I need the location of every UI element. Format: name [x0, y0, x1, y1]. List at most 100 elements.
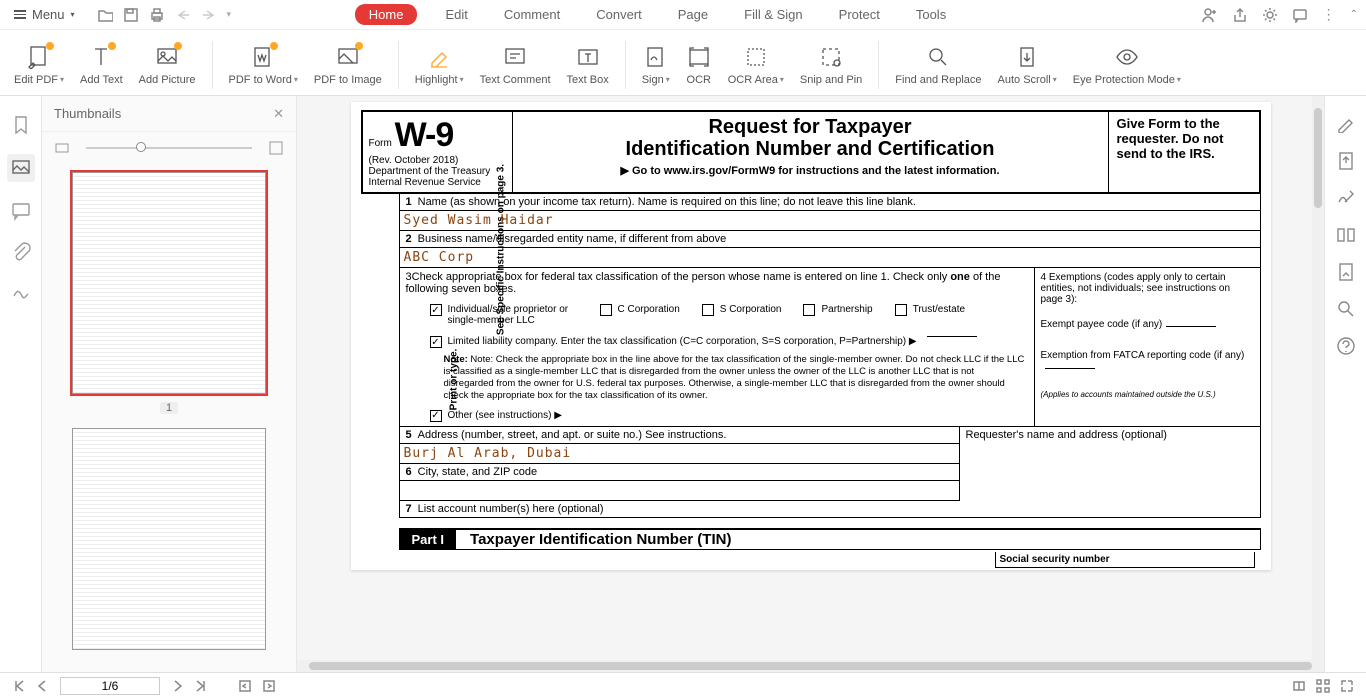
business-name-field[interactable]: ABC Corp — [400, 248, 1260, 268]
sign-button[interactable]: Sign▾ — [634, 44, 678, 86]
split-icon[interactable] — [1336, 225, 1355, 244]
horizontal-scrollbar[interactable] — [297, 660, 1324, 672]
tab-protect[interactable]: Protect — [831, 3, 888, 26]
name-field[interactable]: Syed Wasim Haidar — [400, 211, 1260, 231]
close-icon[interactable]: ✕ — [273, 106, 284, 122]
tab-convert[interactable]: Convert — [588, 3, 650, 26]
add-text-button[interactable]: Add Text — [72, 44, 131, 86]
edit-pdf-button[interactable]: Edit PDF▾ — [6, 44, 72, 86]
checkbox-scorp[interactable]: S Corporation — [702, 304, 782, 316]
checkbox-trust[interactable]: Trust/estate — [895, 304, 965, 316]
main-area: Thumbnails ✕ 1 Form W-9 (Rev. O — [0, 96, 1366, 672]
print-icon[interactable] — [149, 7, 165, 23]
thumbnail-page-2[interactable] — [72, 428, 266, 650]
checkbox-ccorp[interactable]: C Corporation — [600, 304, 680, 316]
pdf-to-image-button[interactable]: PDF to Image — [306, 44, 390, 86]
open-icon[interactable] — [97, 7, 113, 23]
save-icon[interactable] — [123, 7, 139, 23]
fit-page-icon[interactable] — [268, 140, 284, 156]
city-field[interactable] — [400, 481, 959, 501]
pdf-to-word-button[interactable]: PDF to Word▾ — [221, 44, 306, 86]
form-number: W-9 — [395, 116, 454, 154]
first-page-icon[interactable] — [12, 679, 26, 693]
signature-panel-icon[interactable] — [10, 280, 32, 302]
tab-tools[interactable]: Tools — [908, 3, 954, 26]
export-icon[interactable] — [1336, 151, 1355, 170]
collapse-icon[interactable]: ⌃ — [1350, 9, 1358, 20]
snip-icon — [819, 45, 843, 69]
add-user-icon[interactable] — [1202, 7, 1218, 23]
quick-access-toolbar: ▾ — [97, 7, 232, 23]
address-field[interactable]: Burj Al Arab, Dubai — [400, 444, 959, 464]
text-comment-button[interactable]: Text Comment — [472, 44, 559, 86]
tab-edit[interactable]: Edit — [437, 3, 475, 26]
chat-icon[interactable] — [1292, 7, 1308, 23]
right-rail — [1324, 96, 1366, 672]
read-mode-icon[interactable] — [1292, 679, 1306, 693]
share-icon[interactable] — [1232, 7, 1248, 23]
part-1-label: Part I — [400, 530, 457, 549]
sign-icon — [644, 45, 668, 69]
text-comment-icon — [503, 45, 527, 69]
edit-tool-icon[interactable] — [1336, 114, 1355, 133]
tab-home[interactable]: Home — [355, 4, 418, 25]
thumbnail-zoom-slider[interactable] — [80, 147, 258, 149]
ocr-icon — [687, 45, 711, 69]
left-rail — [0, 96, 42, 672]
menu-label: Menu — [32, 7, 65, 22]
find-replace-button[interactable]: Find and Replace — [887, 44, 989, 86]
redo-icon[interactable] — [201, 7, 217, 23]
checkbox-partnership[interactable]: Partnership — [803, 304, 872, 316]
highlight-icon — [427, 45, 451, 69]
status-bar — [0, 672, 1366, 698]
checkbox-other[interactable]: ✓Other (see instructions) ▶ — [430, 410, 562, 422]
tab-fill-sign[interactable]: Fill & Sign — [736, 3, 811, 26]
page-number-input[interactable] — [60, 677, 160, 695]
pdf-page: Form W-9 (Rev. October 2018) Department … — [351, 102, 1271, 570]
thumbnails-icon[interactable] — [7, 154, 35, 182]
attachment-icon[interactable] — [10, 240, 32, 262]
next-page-icon[interactable] — [170, 679, 184, 693]
document-scroll[interactable]: Form W-9 (Rev. October 2018) Department … — [297, 96, 1324, 672]
prev-page-icon[interactable] — [36, 679, 50, 693]
auto-scroll-button[interactable]: Auto Scroll▾ — [990, 44, 1065, 86]
highlight-button[interactable]: Highlight▾ — [407, 44, 472, 86]
last-page-icon[interactable] — [194, 679, 208, 693]
checkbox-llc[interactable]: ✓Limited liability company. Enter the ta… — [430, 336, 977, 348]
forward-nav-icon[interactable] — [262, 679, 276, 693]
auto-scroll-icon — [1015, 45, 1039, 69]
tab-page[interactable]: Page — [670, 3, 716, 26]
text-box-button[interactable]: Text Box — [559, 44, 617, 86]
ocr-area-button[interactable]: OCR Area▾ — [720, 44, 792, 86]
top-bar: Menu ▾ ▾ Home Edit Comment Convert Page … — [0, 0, 1366, 30]
grid-view-icon[interactable] — [1316, 679, 1330, 693]
eye-protection-button[interactable]: Eye Protection Mode▾ — [1065, 44, 1189, 86]
snip-button[interactable]: Snip and Pin — [792, 44, 870, 86]
tab-comment[interactable]: Comment — [496, 3, 568, 26]
thumbnails-title: Thumbnails — [54, 106, 121, 121]
undo-icon[interactable] — [175, 7, 191, 23]
topbar-right: ⋮ ⌃ — [1202, 6, 1358, 23]
checkbox-individual[interactable]: ✓Individual/sole proprietor or single-me… — [430, 304, 578, 326]
search-tool-icon[interactable] — [1336, 299, 1355, 318]
ocr-button[interactable]: OCR — [678, 44, 720, 86]
bookmark-icon[interactable] — [10, 114, 32, 136]
chevron-down-icon: ▾ — [71, 10, 75, 19]
help-icon[interactable] — [1336, 336, 1355, 355]
back-nav-icon[interactable] — [238, 679, 252, 693]
more-icon[interactable]: ⋮ — [1322, 6, 1336, 23]
menu-button[interactable]: Menu ▾ — [8, 5, 81, 24]
dropdown-icon[interactable]: ▾ — [227, 9, 232, 20]
ribbon: Edit PDF▾ Add Text Add Picture PDF to Wo… — [0, 30, 1366, 96]
fit-width-icon[interactable] — [54, 140, 70, 156]
page-tool-icon[interactable] — [1336, 262, 1355, 281]
add-picture-button[interactable]: Add Picture — [131, 44, 204, 86]
thumbnail-page-1[interactable] — [72, 172, 266, 394]
comment-panel-icon[interactable] — [10, 200, 32, 222]
fullscreen-icon[interactable] — [1340, 679, 1354, 693]
document-area: Form W-9 (Rev. October 2018) Department … — [297, 96, 1324, 672]
settings-icon[interactable] — [1262, 7, 1278, 23]
vertical-scrollbar[interactable] — [1312, 96, 1324, 660]
find-icon — [926, 45, 950, 69]
sign-tool-icon[interactable] — [1336, 188, 1355, 207]
